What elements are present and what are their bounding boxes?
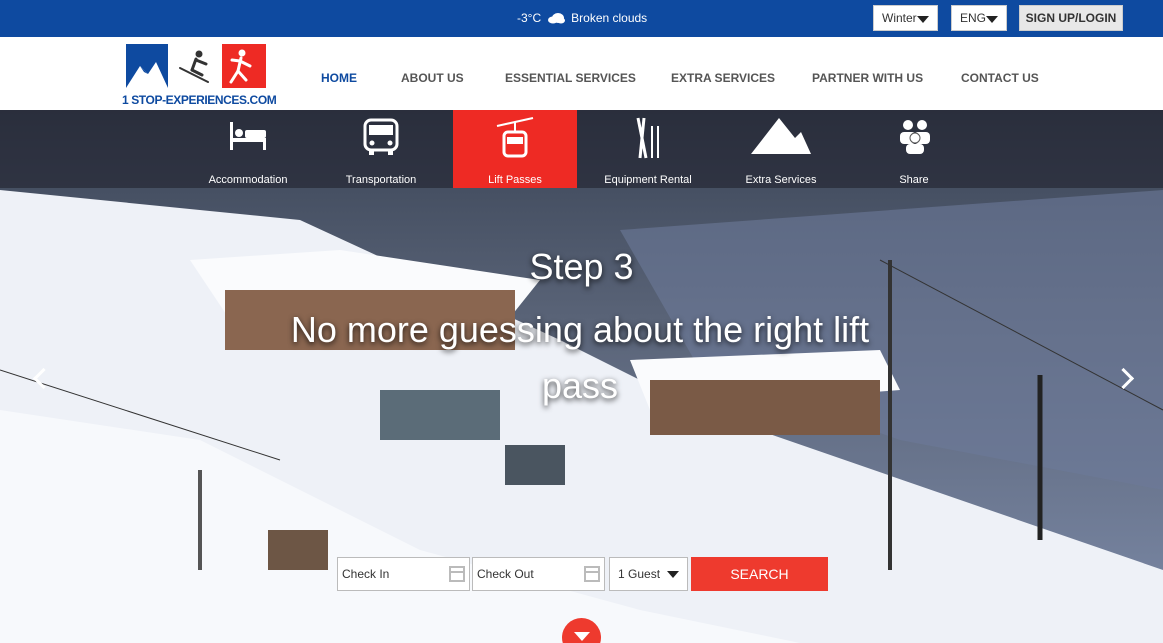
season-select[interactable]: Winter	[873, 5, 938, 31]
check-in-field[interactable]: Check In	[337, 557, 470, 591]
logo-text: 1 STOP-EXPERIENCES.COM	[122, 93, 277, 107]
site-logo[interactable]: 1 STOP-EXPERIENCES.COM	[122, 42, 277, 108]
category-label: Extra Services	[745, 174, 817, 186]
slide-step: Step 3	[529, 246, 634, 287]
category-lift-passes[interactable]: Lift Passes	[453, 110, 577, 188]
header: 1 STOP-EXPERIENCES.COM HOME ABOUT US ESS…	[0, 37, 1163, 110]
nav-essential-services[interactable]: ESSENTIAL SERVICES	[505, 71, 636, 85]
slider-prev-arrow[interactable]	[30, 368, 50, 388]
nav-contact-us[interactable]: CONTACT US	[961, 71, 1039, 85]
cloud-icon	[547, 12, 566, 24]
category-label: Equipment Rental	[604, 174, 692, 186]
nav-about-us[interactable]: ABOUT US	[401, 71, 464, 85]
chevron-down-icon	[917, 16, 929, 23]
skis-icon	[636, 117, 659, 159]
nav-partner-with-us[interactable]: PARTNER WITH US	[812, 71, 923, 85]
category-transportation[interactable]: Transportation	[319, 110, 443, 188]
calendar-icon[interactable]	[584, 566, 600, 582]
language-value: ENG	[960, 11, 987, 25]
category-equipment-rental[interactable]: Equipment Rental	[586, 110, 710, 188]
category-accommodation[interactable]: Accommodation	[186, 110, 310, 188]
language-select[interactable]: ENG	[951, 5, 1007, 31]
hero-banner: Accommodation Transportation Lift Passes	[0, 110, 1163, 643]
check-out-placeholder: Check Out	[477, 567, 534, 581]
cable-car-icon	[496, 117, 534, 158]
people-icon	[900, 120, 930, 154]
category-share[interactable]: Share	[852, 110, 976, 188]
chevron-down-icon	[667, 571, 679, 578]
temperature: -3°C	[517, 11, 542, 25]
chevron-down-icon	[986, 16, 998, 23]
category-label: Accommodation	[208, 174, 288, 186]
category-bar: Accommodation Transportation Lift Passes	[0, 110, 1163, 188]
category-label: Lift Passes	[488, 174, 542, 186]
weather-widget: -3°C Broken clouds	[517, 11, 647, 25]
slider-next-arrow[interactable]	[1116, 368, 1136, 388]
logo-icon	[126, 44, 266, 88]
nav-extra-services[interactable]: EXTRA SERVICES	[671, 71, 775, 85]
check-out-field[interactable]: Check Out	[472, 557, 605, 591]
calendar-icon[interactable]	[449, 566, 465, 582]
check-in-placeholder: Check In	[342, 567, 390, 581]
slide-headline: No more guessing about the right lift pa…	[290, 309, 870, 406]
category-label: Transportation	[345, 174, 417, 186]
top-bar: -3°C Broken clouds Winter ENG SIGN UP/LO…	[0, 0, 1163, 37]
bed-icon	[230, 122, 266, 150]
category-label: Share	[899, 174, 929, 186]
guests-select[interactable]: 1 Guest	[609, 557, 688, 591]
guests-value: 1 Guest	[618, 567, 661, 581]
category-extra-services[interactable]: Extra Services	[719, 110, 843, 188]
nav-home[interactable]: HOME	[321, 71, 357, 85]
season-value: Winter	[882, 11, 917, 25]
search-button[interactable]: SEARCH	[691, 557, 828, 591]
weather-description: Broken clouds	[571, 11, 648, 25]
bus-icon	[363, 118, 399, 155]
signup-login-button[interactable]: SIGN UP/LOGIN	[1019, 5, 1123, 31]
mountain-icon	[751, 118, 811, 154]
